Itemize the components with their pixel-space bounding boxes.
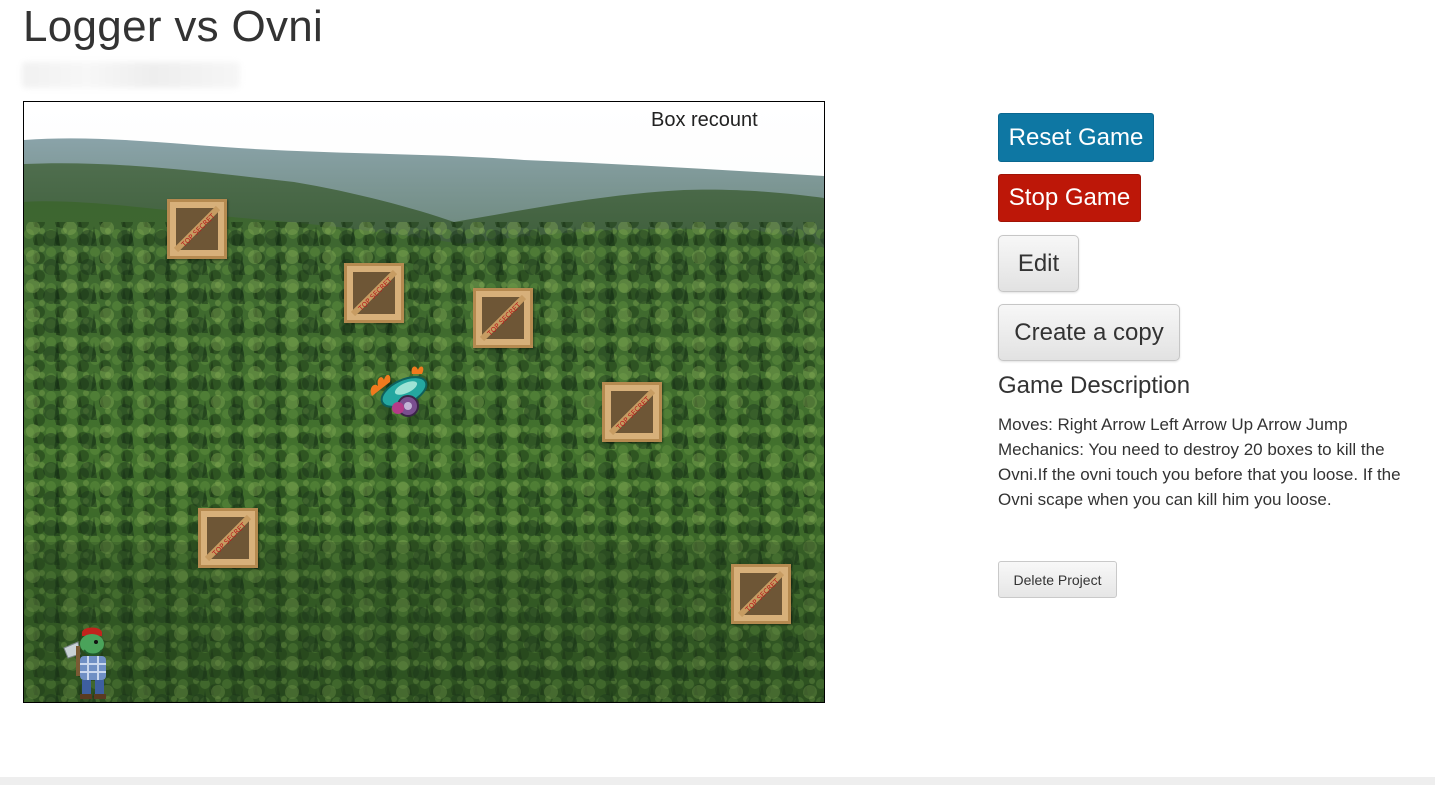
crate: TOP SECRET xyxy=(167,199,227,259)
crate-graphic: TOP SECRET xyxy=(479,294,527,342)
game-description-heading: Game Description xyxy=(998,372,1191,399)
crate: TOP SECRET xyxy=(473,288,533,348)
reset-game-button[interactable]: Reset Game xyxy=(998,113,1154,162)
crate-graphic: TOP SECRET xyxy=(173,205,221,253)
crate-graphic: TOP SECRET xyxy=(608,388,656,436)
crate-graphic: TOP SECRET xyxy=(204,514,252,562)
game-canvas[interactable]: Box recount TOP SECRET TOP SECRET TOP SE… xyxy=(23,101,825,703)
edit-button[interactable]: Edit xyxy=(998,235,1079,292)
crate: TOP SECRET xyxy=(731,564,791,624)
crate: TOP SECRET xyxy=(344,263,404,323)
crate: TOP SECRET xyxy=(198,508,258,568)
create-copy-button[interactable]: Create a copy xyxy=(998,304,1180,361)
page: Logger vs Ovni Box recount TOP SECRET TO… xyxy=(0,0,1435,785)
page-title: Logger vs Ovni xyxy=(23,2,324,51)
ovni-sprite xyxy=(370,366,428,417)
logger-sprite xyxy=(63,627,106,699)
crate-graphic: TOP SECRET xyxy=(737,570,785,618)
crate: TOP SECRET xyxy=(602,382,662,442)
box-recount-label: Box recount xyxy=(651,109,758,131)
blurred-subtitle xyxy=(22,62,240,88)
game-description-text: Moves: Right Arrow Left Arrow Up Arrow J… xyxy=(998,415,1401,509)
stop-game-button[interactable]: Stop Game xyxy=(998,174,1141,222)
crate-graphic: TOP SECRET xyxy=(350,269,398,317)
delete-project-button[interactable]: Delete Project xyxy=(998,561,1117,598)
footer-bar xyxy=(0,777,1435,785)
